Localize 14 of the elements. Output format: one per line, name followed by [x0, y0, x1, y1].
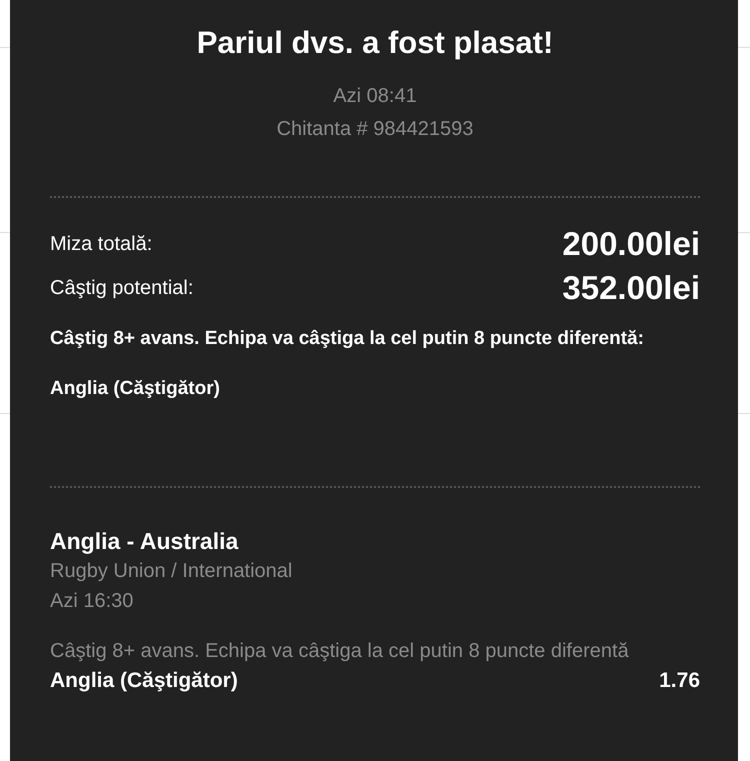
dialog-title: Pariul dvs. a fost plasat! — [196, 24, 554, 62]
bet-time: Azi 08:41 — [332, 84, 418, 109]
receipt-number: Chitanta # 984421593 — [276, 117, 474, 142]
summary-amount: 352.00lei — [562, 268, 700, 308]
selection-name: Anglia (Căştigător) — [50, 668, 238, 694]
summary-label: Miza totală: — [50, 232, 152, 257]
summary-label: Câştig potential: — [50, 276, 194, 301]
market-description: Câştig 8+ avans. Echipa va câştiga la cel putin 8 puncte diferentă — [50, 639, 630, 664]
start-time: Azi 16:30 — [50, 589, 134, 614]
competition-label: Rugby Union / International — [50, 559, 294, 584]
odds-value: 1.76 — [659, 668, 700, 694]
event-name: Anglia - Australia — [50, 527, 240, 556]
summary-amount: 200.00lei — [562, 224, 700, 264]
selection-summary: Câştig 8+ avans. Echipa va câştiga la cel putin 8 puncte diferentă: Anglia (Căştigător) — [50, 327, 645, 401]
